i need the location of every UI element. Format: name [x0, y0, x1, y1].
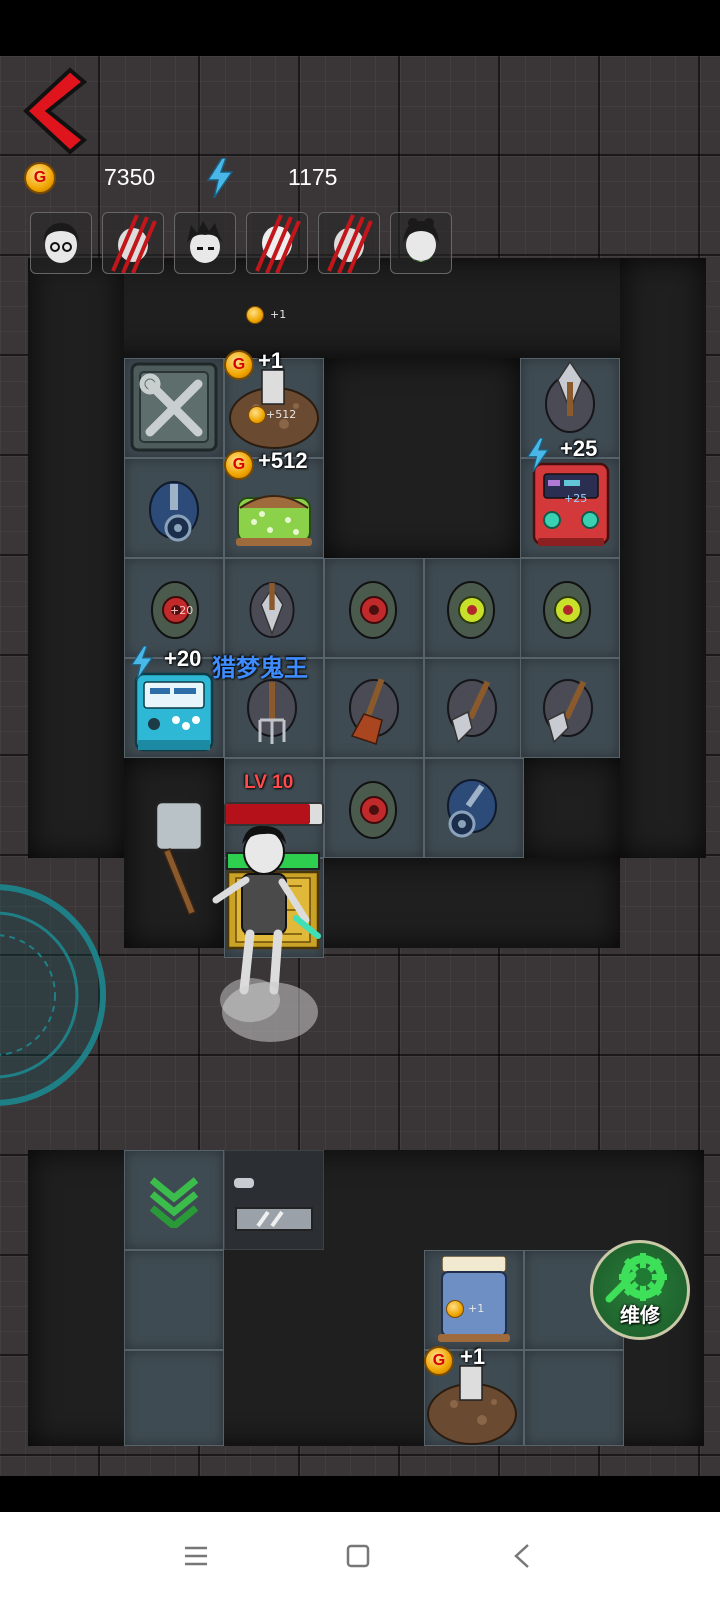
door-panel-icon[interactable] — [228, 1168, 320, 1238]
coin-gain-small: +1 — [468, 1302, 485, 1315]
corridor-lower-right — [520, 758, 620, 858]
coin-glyph: G — [432, 1352, 446, 1369]
energy-icon — [526, 438, 550, 472]
yellow-gear-helmet-icon[interactable] — [540, 576, 594, 642]
coin-gain-text: +1 — [460, 1344, 486, 1369]
girl-glasses-avatar[interactable] — [30, 212, 92, 274]
repair-label: 维修 — [620, 1303, 660, 1327]
coin-icon: G — [424, 1346, 454, 1376]
red-gear-helmet-icon[interactable] — [346, 576, 400, 642]
coin-icon: G — [224, 450, 254, 480]
energy-icon — [130, 646, 154, 680]
yellow-gear-helmet-icon[interactable] — [444, 576, 498, 642]
clawed-slot-3[interactable] — [318, 212, 380, 274]
menu-icon[interactable] — [176, 1536, 216, 1576]
coin-glyph: G — [33, 169, 47, 186]
green-bed[interactable] — [236, 478, 312, 548]
coin-glyph: G — [232, 456, 246, 473]
broom-turret-icon[interactable] — [346, 676, 402, 748]
ghost-character — [154, 800, 321, 1042]
cyan-arcade-machine[interactable] — [132, 670, 216, 754]
coin-icon: G — [24, 162, 56, 194]
room-tile[interactable] — [124, 1350, 224, 1446]
shovel-turret-icon[interactable] — [444, 676, 500, 748]
corridor-right — [620, 258, 706, 858]
coin-icon — [246, 306, 264, 324]
clawed-slot-2[interactable] — [246, 212, 308, 274]
repair-kit-icon[interactable] — [128, 360, 220, 454]
corridor-center — [324, 358, 520, 558]
home-icon[interactable] — [338, 1536, 378, 1576]
room-tile[interactable] — [124, 1250, 224, 1350]
energy-gain-small: +25 — [564, 492, 588, 505]
coin-icon — [248, 406, 266, 424]
status-bar-area — [0, 0, 720, 56]
coin-count: 7350 — [104, 164, 156, 190]
coin-icon: G — [224, 350, 254, 380]
fork-turret-icon[interactable] — [244, 676, 300, 748]
coin-gain-text: +512 — [258, 448, 308, 473]
coin-icon — [446, 1300, 464, 1318]
magic-circle — [0, 884, 106, 1106]
helmet-gain-small: +20 — [170, 604, 194, 617]
back-arrow-icon[interactable] — [22, 66, 88, 156]
bottom-strip — [0, 1476, 720, 1512]
clawed-slot-1[interactable] — [102, 212, 164, 274]
game-stage: G 7350 1175 +1 G +1 +512 G +512 +25 +25 … — [0, 0, 720, 1600]
coin-gain-text: +1 — [258, 348, 284, 373]
energy-gain-text: +25 — [560, 436, 598, 461]
shovel-turret-icon[interactable] — [544, 360, 596, 440]
corridor-left — [28, 258, 124, 858]
shovel-turret-icon[interactable] — [246, 574, 298, 646]
chevron-down-icon[interactable] — [146, 1172, 202, 1228]
coin-gain-text: +1 — [270, 308, 287, 321]
back-icon[interactable] — [502, 1536, 542, 1576]
boy-messy-hair-avatar[interactable] — [174, 212, 236, 274]
girl-green-aura-avatar[interactable] — [390, 212, 452, 274]
energy-icon — [206, 158, 234, 198]
energy-gain-text: +20 — [164, 646, 202, 671]
blue-bed[interactable] — [436, 1256, 512, 1344]
blue-fan-icon[interactable] — [146, 478, 202, 548]
blue-fan-icon[interactable] — [440, 776, 500, 842]
room-tile[interactable] — [524, 1350, 624, 1446]
coin-glyph: G — [232, 356, 246, 373]
shovel-turret-icon[interactable] — [540, 676, 596, 748]
red-gear-helmet-icon[interactable] — [346, 776, 400, 842]
energy-count: 1175 — [288, 164, 338, 190]
coin-gain-small: +512 — [266, 408, 297, 421]
repair-button[interactable]: 维修 — [590, 1240, 690, 1340]
